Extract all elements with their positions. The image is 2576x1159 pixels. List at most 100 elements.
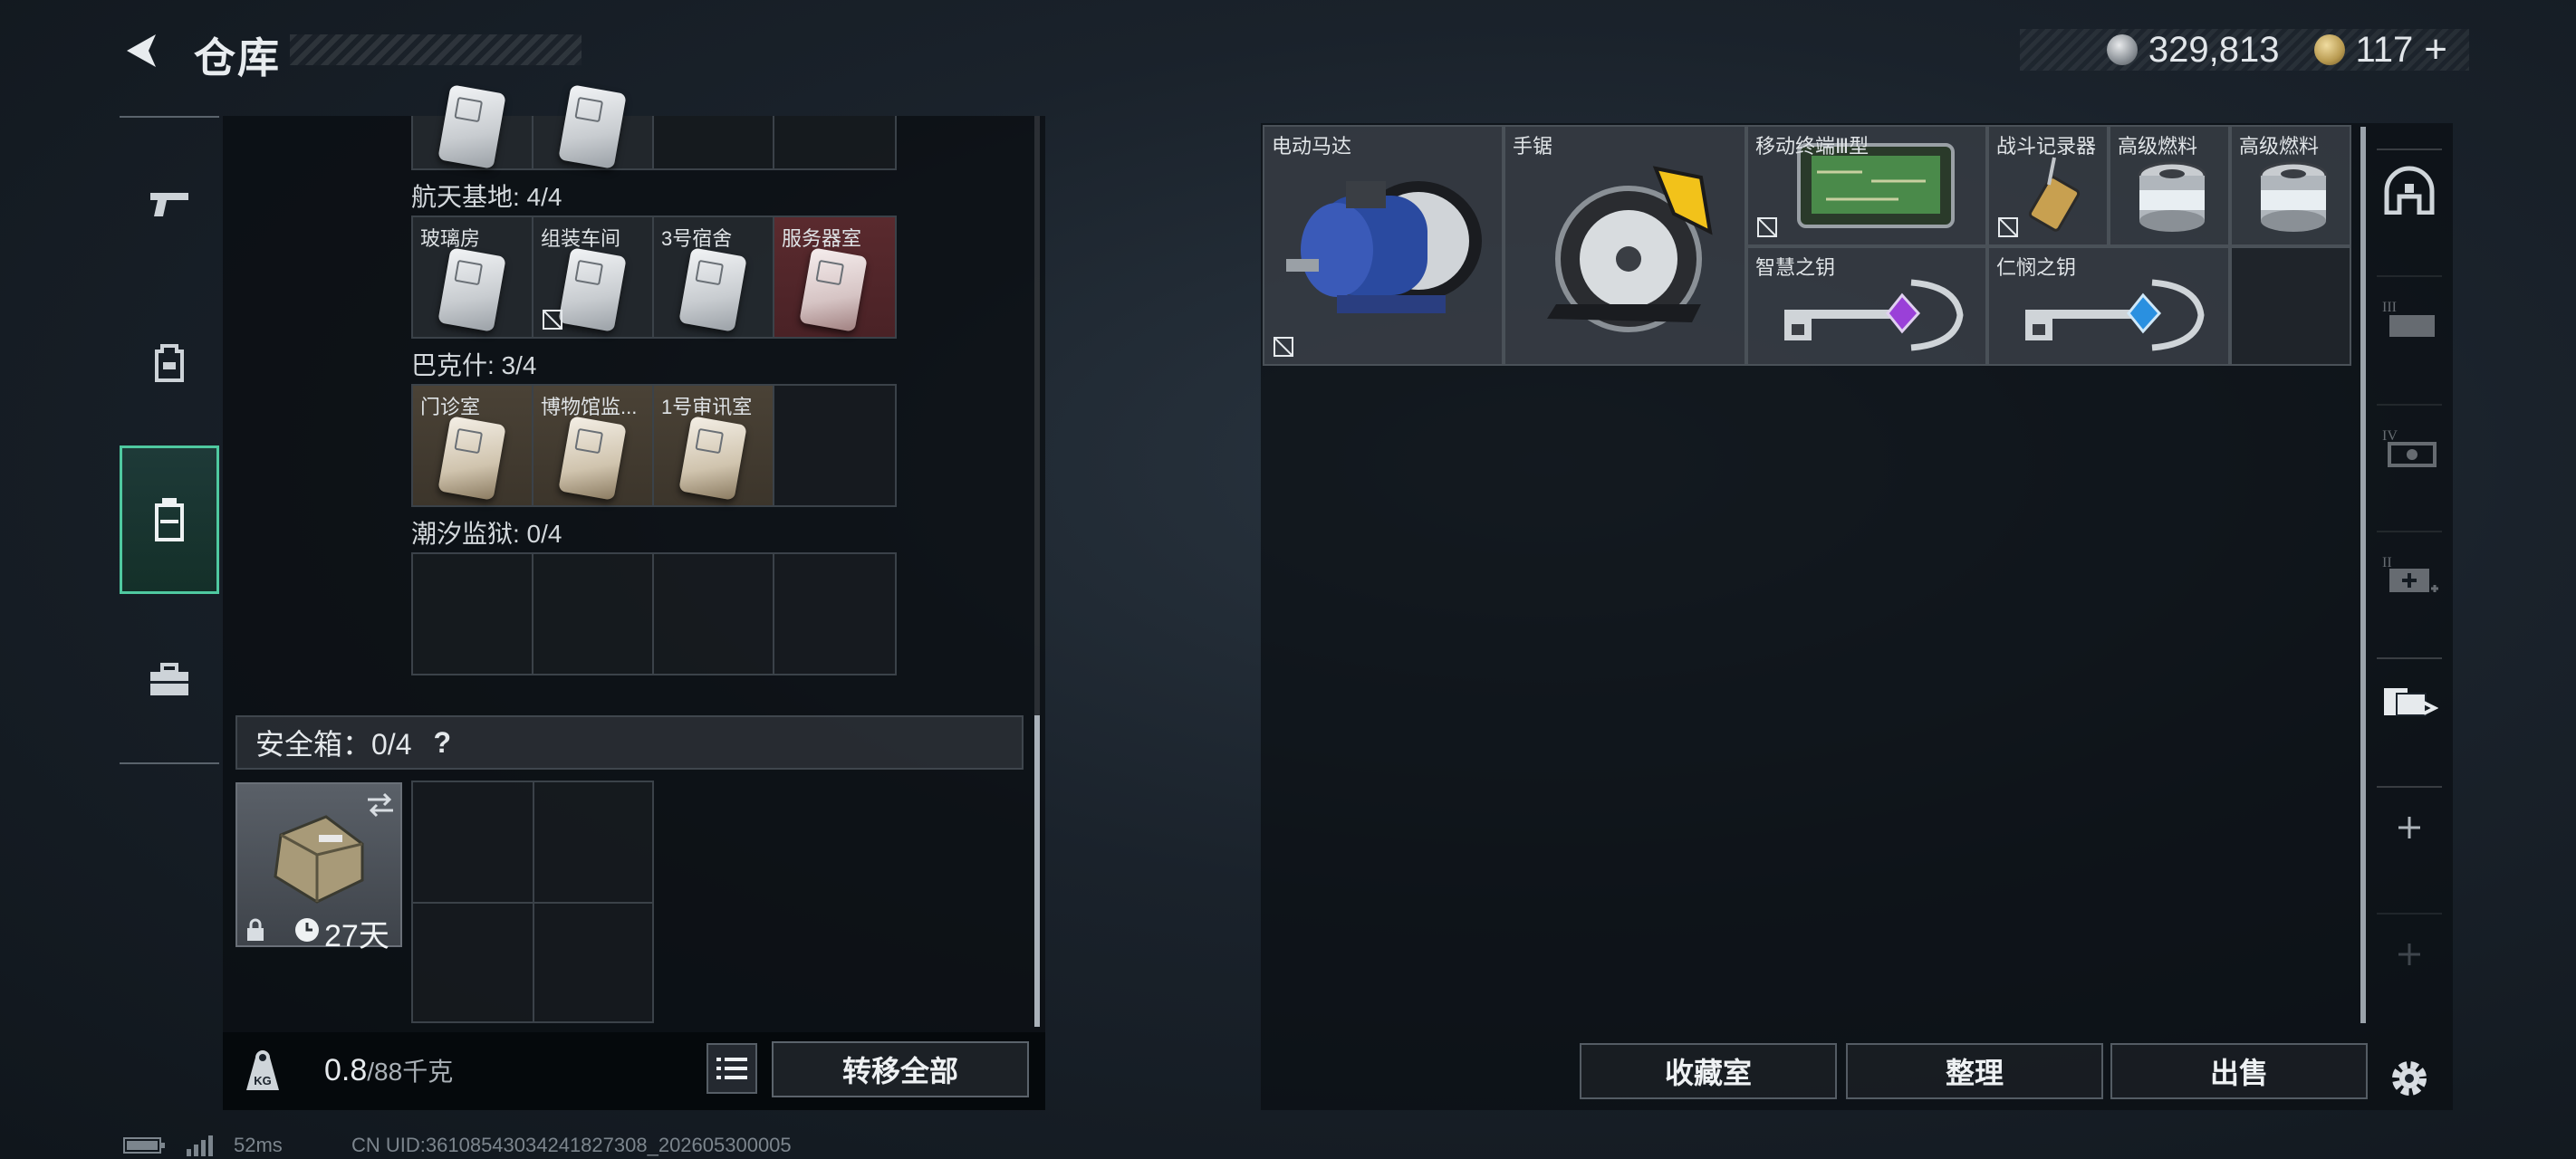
- inventory-scroll-thumb[interactable]: [1034, 715, 1040, 1027]
- gold-amount: 117: [2355, 29, 2414, 70]
- safe-box-help-icon[interactable]: ?: [434, 726, 452, 760]
- safe-box-grid[interactable]: [411, 781, 654, 1023]
- safe-box-header: 安全箱：0/4 ?: [235, 715, 1024, 770]
- empty-slot[interactable]: [654, 554, 774, 674]
- svg-text:II: II: [2382, 555, 2392, 570]
- safe-case-image: [274, 815, 364, 904]
- keycard-label: 组装车间: [541, 227, 621, 250]
- keycard-image: [799, 247, 868, 332]
- keycard-label: 玻璃房: [420, 227, 481, 250]
- item-label: 电动马达: [1272, 135, 1352, 158]
- empty-slot[interactable]: [654, 116, 774, 168]
- keycard-image: [678, 247, 747, 332]
- empty-slot[interactable]: [774, 554, 895, 674]
- keycard-image: [678, 416, 747, 501]
- storage-tabs-rail: III IV II: [2377, 118, 2442, 1114]
- tier-3-case-icon: III: [2382, 300, 2435, 337]
- storage-item-combat-recorder[interactable]: 战斗记录器: [1987, 125, 2109, 246]
- empty-slot[interactable]: [774, 116, 895, 168]
- weapon-category-button[interactable]: [120, 154, 219, 254]
- transfer-all-button[interactable]: 转移全部: [772, 1041, 1029, 1097]
- safe-box-container[interactable]: 27天: [235, 782, 402, 953]
- tier-3-case-tab[interactable]: III: [2377, 275, 2442, 357]
- keycard-slot[interactable]: 门诊室: [413, 386, 533, 505]
- keycard-image: [437, 416, 506, 501]
- battery-icon: [123, 1137, 165, 1154]
- fuel-can-image: [2138, 161, 2206, 232]
- gold-add-button[interactable]: +: [2424, 27, 2447, 72]
- tier-2-medkit-tab[interactable]: II: [2377, 531, 2442, 612]
- section-label-spaceport: 航天基地: 4/4: [411, 183, 562, 211]
- empty-slot[interactable]: [533, 554, 654, 674]
- storage-scroll-thumb[interactable]: [2360, 127, 2366, 1023]
- clock-icon: [295, 918, 319, 942]
- ping-readout: 52ms: [234, 1134, 283, 1156]
- uid-readout: CN UID:3610854303424182730​8_20260530000…: [351, 1134, 792, 1156]
- back-arrow-icon[interactable]: [118, 27, 165, 74]
- safe-box-label: 安全箱：0/4: [255, 728, 412, 761]
- keycard-row-tidal-prison: [411, 552, 897, 675]
- storage-item-electric-motor[interactable]: 电动马达: [1263, 125, 1504, 366]
- add-storage-button[interactable]: [2377, 786, 2442, 867]
- keycard-slot[interactable]: 博物馆监...: [533, 386, 654, 505]
- sort-button[interactable]: 整理: [1846, 1043, 2103, 1099]
- circular-saw-image: [1547, 166, 1713, 332]
- keycard-image: [437, 247, 506, 332]
- weight-max: /88千克: [367, 1058, 454, 1086]
- storage-item-hand-saw[interactable]: 手锯: [1504, 125, 1746, 366]
- keycard-slot[interactable]: 3号宿舍: [654, 217, 774, 337]
- list-icon: [716, 1058, 747, 1079]
- no-sell-icon: [543, 310, 562, 330]
- storage-room-icon: [2384, 166, 2435, 215]
- keycard-label: 1号审讯室: [661, 396, 753, 418]
- storage-room-tab[interactable]: [2377, 148, 2442, 230]
- plus-icon: [2398, 943, 2420, 965]
- storage-category-button[interactable]: [120, 445, 219, 594]
- empty-slot[interactable]: [413, 554, 533, 674]
- keycard-slot[interactable]: 组装车间: [533, 217, 654, 337]
- keycard-slot[interactable]: 1号审讯室: [654, 386, 774, 505]
- tier-4-case-icon: IV: [2382, 428, 2437, 467]
- blue-key-image: [2025, 279, 2205, 351]
- storage-item-wisdom-key[interactable]: 智慧之钥: [1746, 246, 1987, 366]
- keycard-storage-tab[interactable]: [2377, 657, 2442, 739]
- list-view-button[interactable]: [706, 1043, 757, 1094]
- collection-room-button[interactable]: 收藏室: [1580, 1043, 1837, 1099]
- storage-item-premium-fuel[interactable]: 高级燃料: [2230, 125, 2351, 246]
- storage-item-mobile-terminal[interactable]: 移动终端Ⅲ型: [1746, 125, 1987, 246]
- item-label: 移动终端Ⅲ型: [1755, 135, 1870, 158]
- silver-amount: 329,813: [2148, 29, 2280, 70]
- toolbox-icon: [150, 663, 188, 695]
- settings-button[interactable]: [2377, 1038, 2442, 1119]
- keycard-row-spaceport: 玻璃房 组装车间 3号宿舍 服务器室: [411, 216, 897, 339]
- section-label-tidal-prison: 潮汐监狱: 0/4: [411, 520, 562, 548]
- tier-4-case-tab[interactable]: IV: [2377, 404, 2442, 485]
- svg-text:KG: KG: [254, 1074, 272, 1087]
- keycard-slot[interactable]: [533, 84, 654, 169]
- storage-item-premium-fuel[interactable]: 高级燃料: [2109, 125, 2230, 246]
- weight-current: 0.8: [324, 1053, 368, 1087]
- keycard-image: [558, 247, 627, 332]
- page-title: 仓库: [194, 34, 281, 81]
- safe-duration: 27天: [324, 919, 389, 953]
- svg-text:III: III: [2382, 300, 2397, 315]
- keycard-slot[interactable]: 玻璃房: [413, 217, 533, 337]
- status-bar: 52ms: [123, 1134, 283, 1157]
- keycard-label: 服务器室: [782, 227, 862, 250]
- storage-item-benevolence-key[interactable]: 仁悯之钥: [1987, 246, 2230, 366]
- no-sell-icon: [1757, 217, 1777, 237]
- swap-icon[interactable]: [364, 791, 397, 819]
- title-decoration: [290, 34, 582, 65]
- keycard-row-bakhsh: 门诊室 博物馆监... 1号审讯室: [411, 384, 897, 507]
- tools-category-button[interactable]: [120, 630, 219, 730]
- no-sell-icon: [1274, 337, 1293, 357]
- empty-slot[interactable]: [774, 386, 895, 505]
- keycard-slot[interactable]: [413, 84, 533, 169]
- keycard-slot[interactable]: 服务器室: [774, 217, 895, 337]
- purple-key-image: [1784, 279, 1964, 351]
- equipment-category-button[interactable]: [120, 313, 219, 413]
- item-label: 战斗记录器: [1996, 135, 2097, 158]
- lock-icon: [247, 918, 264, 941]
- empty-storage-slot[interactable]: [2230, 246, 2351, 366]
- sell-button[interactable]: 出售: [2110, 1043, 2368, 1099]
